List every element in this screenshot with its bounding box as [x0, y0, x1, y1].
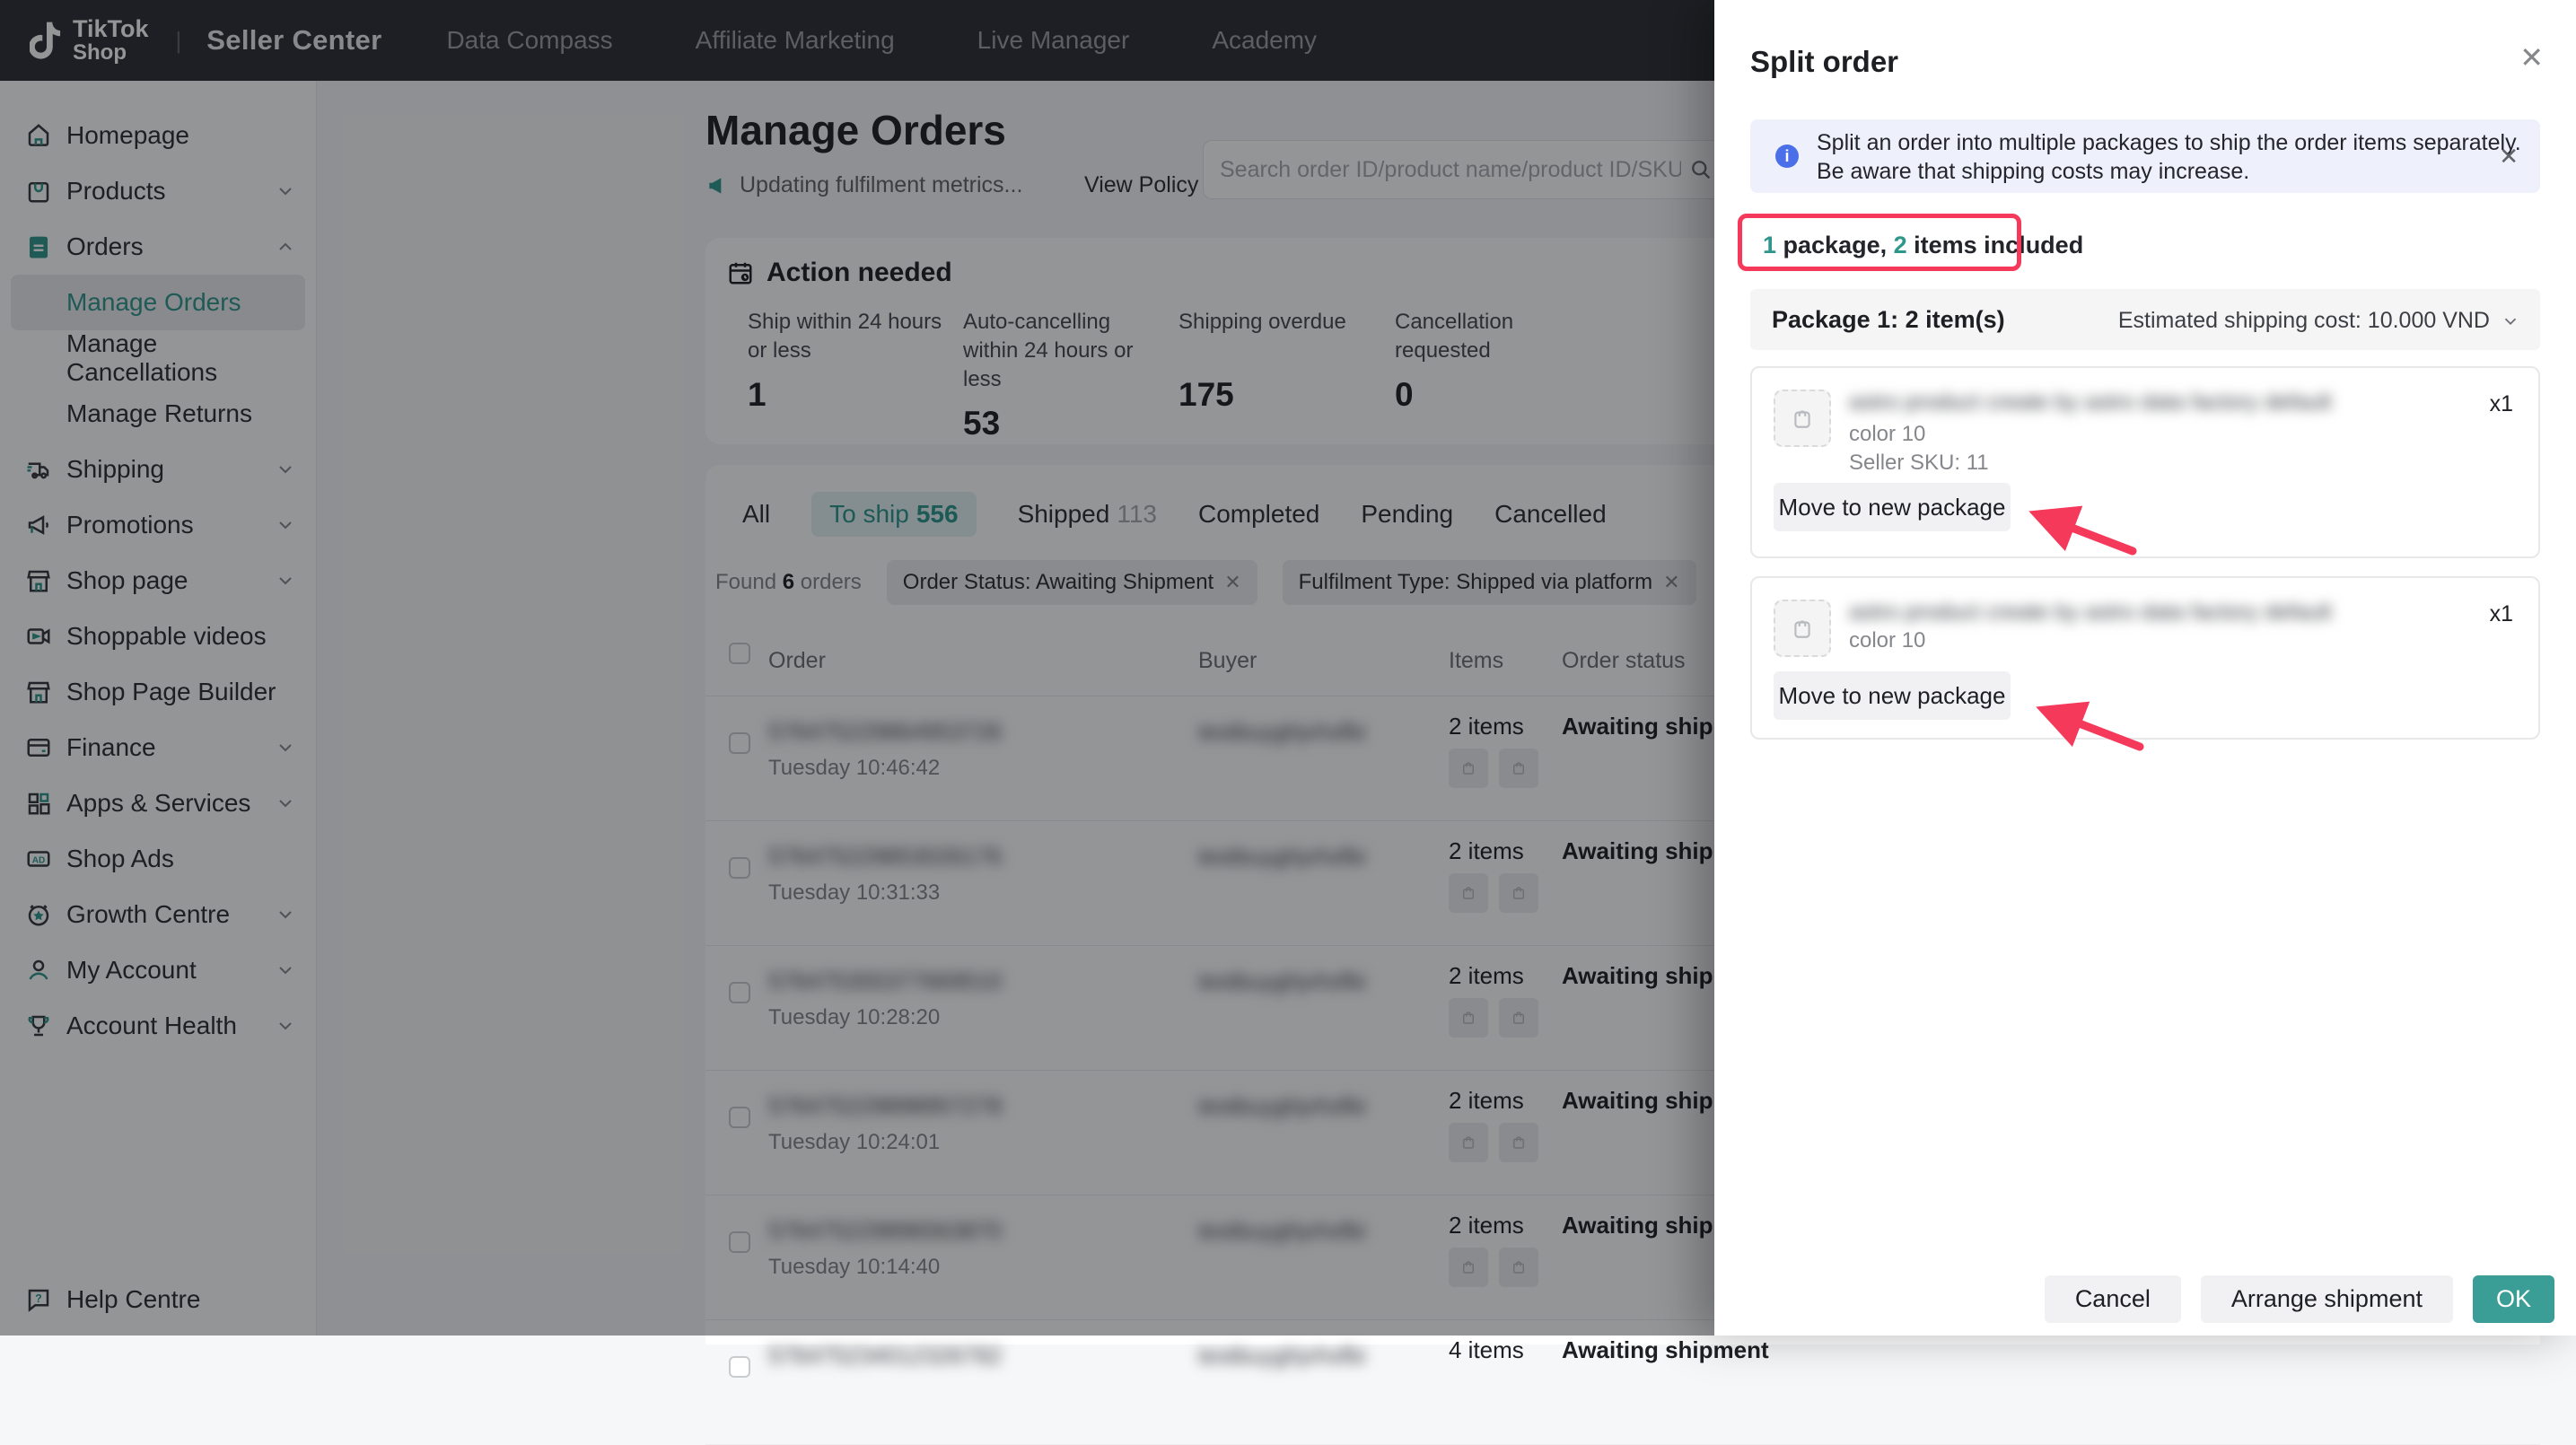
- item-count: 2: [1894, 232, 1907, 258]
- move-to-new-package-button[interactable]: Move to new package: [1774, 483, 2011, 531]
- split-order-drawer: Split order ✕ i Split an order into mult…: [1714, 0, 2576, 1336]
- banner-line2: Be aware that shipping costs may increas…: [1817, 159, 2249, 185]
- package-header-bar: Package 1: 2 item(s) Estimated shipping …: [1750, 289, 2540, 350]
- item-variant: color 10: [1849, 422, 1925, 447]
- shipping-cost-label: Estimated shipping cost: 10.000 VND: [2118, 308, 2490, 334]
- item-sku: Seller SKU: 11: [1849, 451, 1989, 476]
- order-status: Awaiting shipment: [1562, 1336, 1769, 1364]
- banner-dismiss-icon[interactable]: ✕: [2499, 143, 2519, 171]
- package-item-card: astro product create by astro data facto…: [1750, 366, 2540, 558]
- chevron-down-icon: [2501, 311, 2520, 331]
- bag-icon: [1791, 617, 1814, 640]
- info-banner: i Split an order into multiple packages …: [1750, 119, 2540, 193]
- cancel-button[interactable]: Cancel: [2045, 1275, 2181, 1323]
- info-icon: i: [1775, 144, 1799, 168]
- product-name: astro product create by astro data facto…: [1849, 390, 2352, 416]
- bag-icon: [1791, 407, 1814, 430]
- row-checkbox[interactable]: [729, 1356, 750, 1378]
- drawer-title: Split order: [1750, 45, 1898, 79]
- modal-overlay[interactable]: [0, 0, 1714, 1336]
- banner-line1: Split an order into multiple packages to…: [1817, 130, 2521, 156]
- buyer-name: testbuyghjvhsfbi: [1198, 1342, 1365, 1370]
- product-thumbnail: [1774, 390, 1831, 447]
- table-row: 576475234012326782 testbuyghjvhsfbi 4 it…: [705, 1320, 2540, 1445]
- package-count: 1: [1763, 232, 1776, 258]
- package-title: Package 1: 2 item(s): [1772, 306, 2005, 334]
- ok-button[interactable]: OK: [2473, 1275, 2554, 1323]
- product-thumbnail: [1774, 600, 1831, 657]
- shipping-cost-dropdown[interactable]: Estimated shipping cost: 10.000 VND: [2118, 308, 2520, 334]
- item-quantity: x1: [2490, 391, 2513, 417]
- summary-text: package,: [1776, 232, 1894, 258]
- summary-text: items included: [1907, 232, 2084, 258]
- items-count: 4 items: [1449, 1336, 1524, 1364]
- move-to-new-package-button[interactable]: Move to new package: [1774, 671, 2011, 720]
- item-quantity: x1: [2490, 601, 2513, 627]
- arrange-shipment-button[interactable]: Arrange shipment: [2201, 1275, 2453, 1323]
- product-name: astro product create by astro data facto…: [1849, 600, 2352, 626]
- item-variant: color 10: [1849, 628, 1925, 653]
- drawer-footer: Cancel Arrange shipment OK: [2045, 1275, 2554, 1323]
- package-item-card: astro product create by astro data facto…: [1750, 576, 2540, 740]
- package-summary: 1 package, 2 items included: [1763, 232, 2083, 259]
- close-icon[interactable]: ✕: [2519, 43, 2544, 72]
- order-id: 576475234012326782: [768, 1342, 1002, 1370]
